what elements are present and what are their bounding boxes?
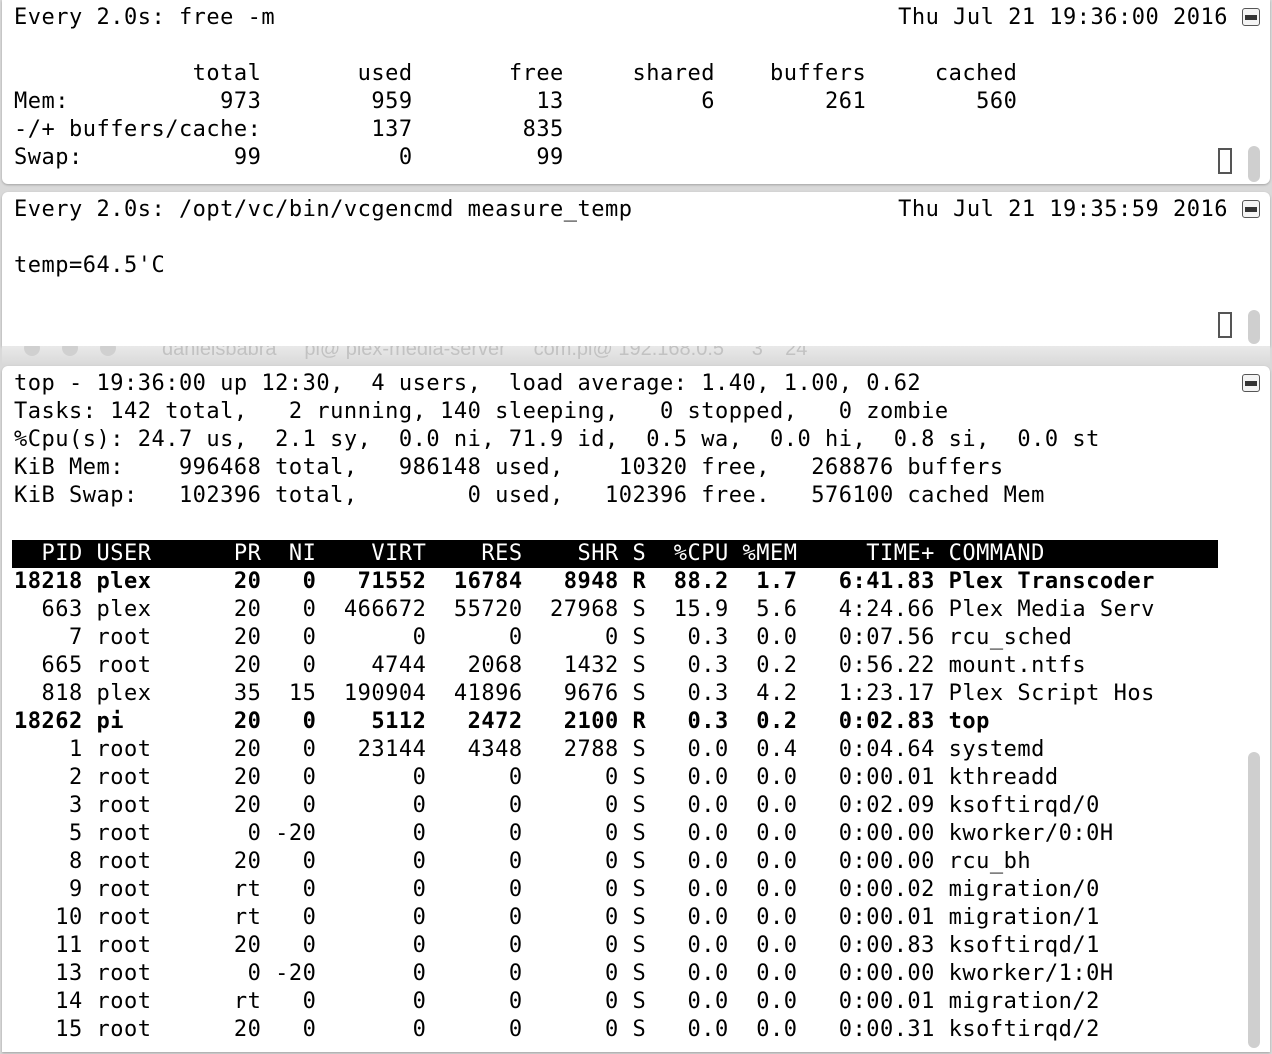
text-cursor bbox=[1218, 312, 1232, 338]
process-row: 14 root rt 0 0 0 0 S 0.0 0.0 0:00.01 mig… bbox=[14, 989, 1100, 1014]
background-window-titlebar: danielsbabra pi@ plex-media-server com.p… bbox=[2, 346, 1270, 364]
pane-free-memory[interactable]: Every 2.0s: free -m Thu Jul 21 19:36:00 … bbox=[2, 0, 1270, 184]
process-list: 18218 plex 20 0 71552 16784 8948 R 88.2 … bbox=[14, 568, 1155, 1044]
minimize-dot-icon bbox=[62, 346, 78, 356]
process-row: 18262 pi 20 0 5112 2472 2100 R 0.3 0.2 0… bbox=[14, 709, 990, 734]
text-cursor bbox=[1218, 148, 1232, 174]
process-row: 8 root 20 0 0 0 0 S 0.0 0.0 0:00.00 rcu_… bbox=[14, 849, 1032, 874]
process-row: 5 root 0 -20 0 0 0 S 0.0 0.0 0:00.00 kwo… bbox=[14, 821, 1114, 846]
process-row: 13 root 0 -20 0 0 0 S 0.0 0.0 0:00.00 kw… bbox=[14, 961, 1114, 986]
background-window-title: danielsbabra pi@ plex-media-server com.p… bbox=[162, 346, 808, 360]
split-pane-icon[interactable] bbox=[1242, 8, 1260, 26]
pane-temperature[interactable]: Every 2.0s: /opt/vc/bin/vcgencmd measure… bbox=[2, 192, 1270, 346]
process-row: 818 plex 35 15 190904 41896 9676 S 0.3 4… bbox=[14, 681, 1155, 706]
process-row: 7 root 20 0 0 0 0 S 0.3 0.0 0:07.56 rcu_… bbox=[14, 625, 1073, 650]
process-row: 3 root 20 0 0 0 0 S 0.0 0.0 0:02.09 ksof… bbox=[14, 793, 1100, 818]
split-pane-icon[interactable] bbox=[1242, 374, 1260, 392]
process-row: 18218 plex 20 0 71552 16784 8948 R 88.2 … bbox=[14, 569, 1155, 594]
scrollbar[interactable] bbox=[1248, 146, 1260, 182]
process-row: 1 root 20 0 23144 4348 2788 S 0.0 0.4 0:… bbox=[14, 737, 1045, 762]
process-columns: PID USER PR NI VIRT RES SHR S %CPU %MEM … bbox=[14, 541, 1045, 566]
temp-header: Every 2.0s: /opt/vc/bin/vcgencmd measure… bbox=[14, 197, 633, 222]
process-table-header: PID USER PR NI VIRT RES SHR S %CPU %MEM … bbox=[12, 540, 1218, 568]
top-summary: top - 19:36:00 up 12:30, 4 users, load a… bbox=[14, 371, 1100, 508]
process-row: 9 root rt 0 0 0 0 S 0.0 0.0 0:00.02 migr… bbox=[14, 877, 1100, 902]
process-row: 2 root 20 0 0 0 0 S 0.0 0.0 0:00.01 kthr… bbox=[14, 765, 1059, 790]
scrollbar[interactable] bbox=[1248, 752, 1260, 1048]
scrollbar[interactable] bbox=[1248, 310, 1260, 344]
temp-timestamp: Thu Jul 21 19:35:59 2016 bbox=[898, 197, 1228, 222]
process-row: 663 plex 20 0 466672 55720 27968 S 15.9 … bbox=[14, 597, 1155, 622]
temp-output: temp=64.5'C bbox=[14, 253, 166, 278]
process-row: 15 root 20 0 0 0 0 S 0.0 0.0 0:00.31 kso… bbox=[14, 1017, 1100, 1042]
process-row: 665 root 20 0 4744 2068 1432 S 0.3 0.2 0… bbox=[14, 653, 1087, 678]
close-dot-icon bbox=[24, 346, 40, 356]
free-header: Every 2.0s: free -m bbox=[14, 5, 276, 30]
free-timestamp: Thu Jul 21 19:36:00 2016 bbox=[898, 5, 1228, 30]
pane-top[interactable]: top - 19:36:00 up 12:30, 4 users, load a… bbox=[2, 366, 1270, 1052]
process-row: 11 root 20 0 0 0 0 S 0.0 0.0 0:00.83 kso… bbox=[14, 933, 1100, 958]
process-row: 10 root rt 0 0 0 0 S 0.0 0.0 0:00.01 mig… bbox=[14, 905, 1100, 930]
free-output: total used free shared buffers cached Me… bbox=[14, 61, 1018, 170]
zoom-dot-icon bbox=[100, 346, 116, 356]
split-pane-icon[interactable] bbox=[1242, 200, 1260, 218]
